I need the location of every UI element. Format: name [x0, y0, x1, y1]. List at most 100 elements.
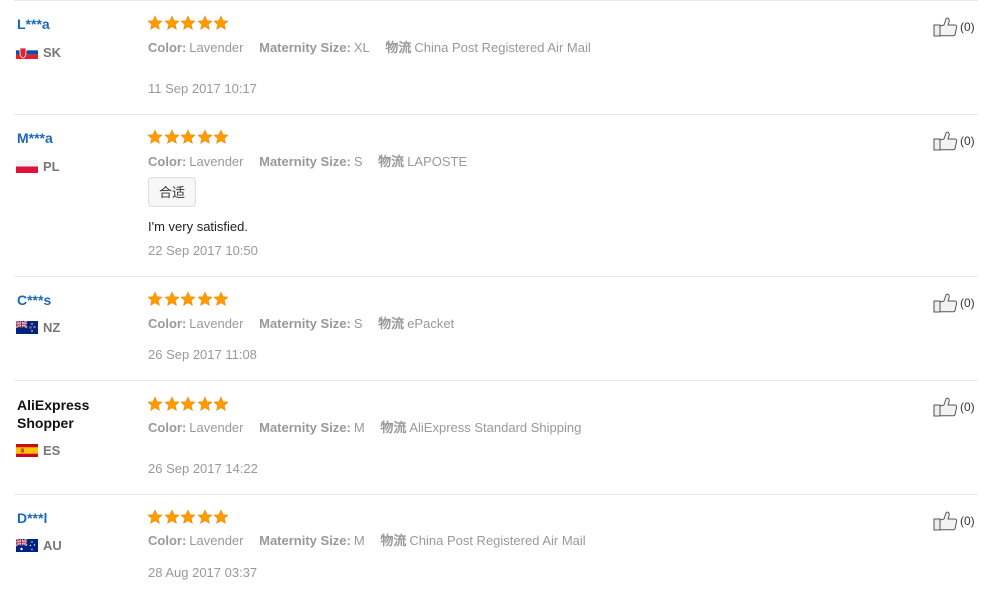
rating-stars	[147, 129, 230, 147]
star-icon	[147, 509, 163, 525]
size-label: Maternity Size:	[259, 533, 351, 548]
shipping-value: China Post Registered Air Mail	[409, 533, 586, 548]
star-icon	[213, 509, 229, 525]
rating-stars	[147, 509, 230, 527]
rating-stars	[147, 291, 230, 309]
country-code: PL	[43, 158, 60, 174]
size-label: Maternity Size:	[259, 316, 351, 331]
helpful-button[interactable]: (0)	[933, 511, 975, 531]
helpful-count: (0)	[960, 20, 975, 34]
review-date: 28 Aug 2017 03:37	[148, 565, 258, 580]
flag-nz-icon	[16, 320, 38, 334]
review-tag[interactable]: 合适	[148, 177, 197, 207]
review-date: 22 Sep 2017 10:50	[148, 243, 258, 258]
reviewer-name: AliExpress Shopper	[17, 397, 90, 431]
star-icon	[147, 291, 163, 307]
flag-sk-icon	[16, 45, 38, 59]
review-divider	[14, 114, 978, 115]
review-text: I'm very satisfied.	[148, 219, 249, 234]
review-attributes: Color: Lavender Maternity Size: XL 物流 China…	[148, 39, 603, 57]
helpful-button[interactable]: (0)	[933, 131, 975, 151]
flag-pl-icon	[16, 159, 38, 173]
star-icon	[213, 396, 229, 412]
helpful-button[interactable]: (0)	[933, 293, 975, 313]
size-label: Maternity Size:	[259, 154, 351, 169]
reviewer-country: ES	[16, 442, 61, 458]
reviewer-name[interactable]: M***a	[17, 129, 53, 147]
size-value: M	[353, 533, 365, 548]
review-divider	[14, 494, 978, 495]
review-attributes: Color: Lavender Maternity Size: S 物流 ePacke…	[148, 315, 466, 333]
review-attributes: Color: Lavender Maternity Size: M 物流 AliExp…	[148, 419, 593, 437]
color-value: Lavender	[189, 154, 244, 169]
color-value: Lavender	[189, 420, 244, 435]
shipping-label: 物流	[385, 40, 412, 55]
shipping-value: ePacket	[407, 316, 455, 331]
size-label: Maternity Size:	[259, 420, 351, 435]
size-value: XL	[353, 40, 370, 55]
review-date: 26 Sep 2017 14:22	[148, 461, 258, 476]
flag-es-icon	[16, 443, 38, 457]
country-code: AU	[43, 537, 62, 553]
reviewer-country: PL	[16, 158, 60, 174]
reviewer-country: NZ	[16, 319, 61, 335]
star-icon	[163, 129, 180, 145]
star-icon	[180, 129, 196, 145]
helpful-count: (0)	[960, 400, 975, 414]
rating-stars	[147, 15, 230, 33]
star-icon	[147, 396, 163, 412]
country-code: SK	[43, 44, 62, 60]
star-icon	[180, 509, 196, 525]
star-icon	[163, 396, 180, 412]
shipping-label: 物流	[380, 420, 407, 435]
shipping-label: 物流	[378, 316, 405, 331]
color-label: Color:	[148, 533, 187, 548]
thumbs-up-icon	[933, 131, 959, 151]
reviewer-name[interactable]: D***l	[17, 509, 47, 527]
shipping-value: LAPOSTE	[407, 154, 468, 169]
review-date: 26 Sep 2017 11:08	[148, 347, 257, 362]
review-divider	[14, 380, 978, 381]
star-icon	[196, 396, 213, 412]
review-attributes: Color: Lavender Maternity Size: M 物流 China …	[148, 532, 598, 550]
shipping-value: China Post Registered Air Mail	[414, 40, 591, 55]
review-date: 11 Sep 2017 10:17	[148, 81, 257, 96]
size-value: M	[353, 420, 365, 435]
color-label: Color:	[148, 40, 187, 55]
reviewer-country: SK	[16, 44, 62, 60]
color-label: Color:	[148, 420, 187, 435]
helpful-count: (0)	[960, 296, 975, 310]
star-icon	[163, 509, 180, 525]
color-label: Color:	[148, 316, 187, 331]
review-attributes: Color: Lavender Maternity Size: S 物流 LAPOST…	[148, 153, 479, 171]
star-icon	[180, 291, 196, 307]
size-label: Maternity Size:	[259, 40, 351, 55]
size-value: S	[353, 316, 363, 331]
shipping-value: AliExpress Standard Shipping	[409, 420, 582, 435]
shipping-label: 物流	[380, 533, 407, 548]
color-value: Lavender	[189, 40, 244, 55]
reviewer-name[interactable]: L***a	[17, 15, 50, 33]
country-code: ES	[43, 442, 61, 458]
star-icon	[180, 15, 196, 31]
helpful-count: (0)	[960, 134, 975, 148]
star-icon	[213, 129, 229, 145]
helpful-button[interactable]: (0)	[933, 17, 975, 37]
star-icon	[213, 15, 229, 31]
size-value: S	[353, 154, 363, 169]
flag-au-icon	[16, 538, 38, 552]
star-icon	[196, 291, 213, 307]
shipping-label: 物流	[378, 154, 405, 169]
helpful-count: (0)	[960, 514, 975, 528]
country-code: NZ	[43, 319, 61, 335]
thumbs-up-icon	[933, 17, 959, 37]
thumbs-up-icon	[933, 397, 959, 417]
star-icon	[180, 396, 196, 412]
rating-stars	[147, 396, 230, 414]
star-icon	[196, 129, 213, 145]
reviewer-name[interactable]: C***s	[17, 291, 51, 309]
thumbs-up-icon	[933, 511, 959, 531]
helpful-button[interactable]: (0)	[933, 397, 975, 417]
star-icon	[163, 15, 180, 31]
star-icon	[196, 15, 213, 31]
